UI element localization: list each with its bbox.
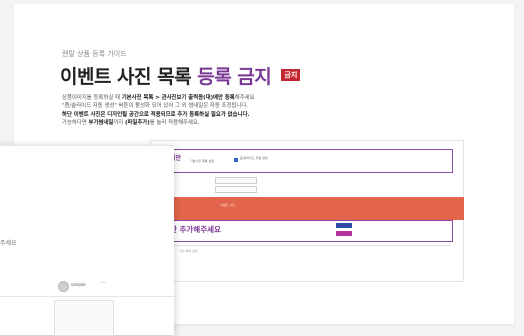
forbidden-badge: 금지 — [281, 69, 301, 81]
add-file-button[interactable] — [336, 223, 352, 228]
guide-title: 이벤트 사진 목록 등록 금지 금지 — [60, 62, 301, 89]
desc-line-4: 가능하다면 부가썸네일까지 (파일추가)를 눌러 적용해주세요. — [62, 120, 200, 127]
highlight-box-add: 한 추가해주세요 — [159, 220, 453, 242]
box1-tiny-text: 기본사진 목록 설정 — [190, 159, 214, 163]
event-photo-text: 이벤트 사진 — [220, 203, 235, 207]
title-highlight: 등록 금지 — [197, 66, 272, 88]
overlay-card: 주세요 sample ··· — [0, 145, 174, 336]
admin-screenshot: 기안 기본사진 목록 설정 줌/슬라이드 자동 생성 금지 이벤트 사진 한 추… — [150, 140, 464, 282]
desc-line-2: "줌/슬라이드 자동 생성" 버튼이 활성화 되어 있어 그 외 썸네일은 자동… — [62, 103, 249, 110]
content-box — [54, 300, 114, 336]
divider — [0, 296, 174, 297]
forbidden-band: 금지 이벤트 사진 — [150, 197, 464, 220]
lower-text: 사진 목록 설정 — [179, 249, 198, 253]
avatar — [58, 281, 69, 292]
box1-tiny-text-right: 줌/슬라이드 자동 생성 — [240, 156, 268, 160]
form-field[interactable] — [215, 186, 257, 193]
form-field[interactable] — [215, 177, 257, 184]
guide-description: 상품이미지를 등록하실 때 기본사진 목록 > 관사진보기 출력용(대)에만 등… — [62, 94, 362, 128]
divider — [0, 145, 174, 146]
guide-subtitle: 렌탈 상품 등록 가이드 — [62, 50, 127, 58]
auto-generate-checkbox[interactable] — [234, 158, 238, 162]
card-fragment-text: 주세요 — [0, 240, 17, 247]
desc-line-1: 상품이미지를 등록하실 때 기본사진 목록 > 관사진보기 출력용(대)에만 등… — [62, 95, 255, 101]
user-row[interactable]: sample ··· — [58, 279, 108, 293]
user-name: sample — [71, 282, 86, 287]
highlight-box-thumbnail: 기안 기본사진 목록 설정 줌/슬라이드 자동 생성 — [159, 149, 453, 173]
title-main: 이벤트 사진 목록 — [60, 66, 192, 88]
add-instruction: 한 추가해주세요 — [170, 225, 221, 234]
more-icon[interactable]: ··· — [100, 280, 106, 287]
delete-file-button[interactable] — [336, 231, 352, 236]
divider — [159, 245, 451, 246]
desc-line-3: 하단 이벤트 사진은 디자인될 공간으로 적용되므로 추가 등록하실 필요가 없… — [62, 111, 250, 118]
